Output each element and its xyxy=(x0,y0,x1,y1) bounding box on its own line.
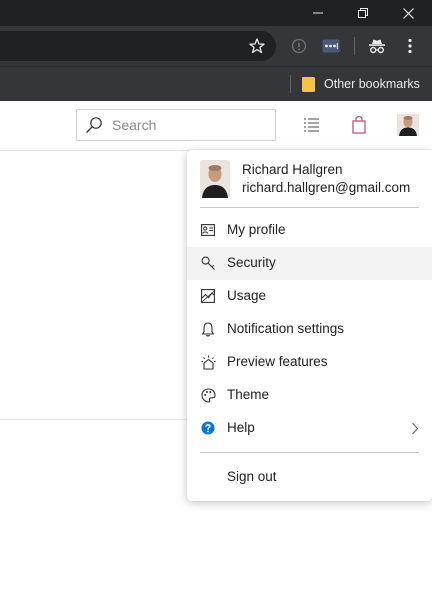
palette-icon xyxy=(200,387,216,403)
usage-icon xyxy=(200,288,216,304)
star-icon xyxy=(249,38,265,54)
menu-item-help[interactable]: Help xyxy=(187,412,432,445)
restore-icon xyxy=(358,8,368,18)
menu-item-security[interactable]: Security xyxy=(187,247,432,280)
incognito-icon xyxy=(369,39,385,54)
menu-divider xyxy=(200,207,419,208)
bookmarks-bar: Other bookmarks xyxy=(0,66,432,101)
incognito-profile-button[interactable] xyxy=(365,34,389,58)
menu-item-preview-features[interactable]: Preview features xyxy=(187,346,432,379)
search-box[interactable] xyxy=(76,109,276,141)
menu-item-notification-settings[interactable]: Notification settings xyxy=(187,313,432,346)
sign-out-label: Sign out xyxy=(227,469,277,484)
menu-user-header: Richard Hallgren richard.hallgren@gmail.… xyxy=(187,150,432,207)
bookmark-star-button[interactable] xyxy=(245,34,269,58)
other-bookmarks-folder[interactable]: Other bookmarks xyxy=(302,75,420,93)
other-bookmarks-label: Other bookmarks xyxy=(324,77,420,91)
password-dots-icon xyxy=(322,39,340,53)
menu-divider xyxy=(200,452,419,453)
user-avatar-button[interactable] xyxy=(397,114,419,136)
shopping-bag-icon xyxy=(352,116,366,134)
avatar xyxy=(397,114,419,136)
toolbar-divider xyxy=(354,37,355,55)
bell-icon xyxy=(200,321,216,337)
browser-titlebar xyxy=(0,0,432,26)
address-bar[interactable] xyxy=(0,31,276,61)
browser-toolbar xyxy=(0,26,432,66)
page-header xyxy=(0,101,432,151)
restore-button[interactable] xyxy=(341,0,385,26)
chrome-menu-button[interactable] xyxy=(398,34,422,58)
menu-item-usage[interactable]: Usage xyxy=(187,280,432,313)
menu-item-label: Usage xyxy=(227,288,267,303)
menu-item-label: Security xyxy=(227,255,276,270)
bookmarks-divider xyxy=(290,75,291,93)
kebab-menu-icon xyxy=(408,38,412,54)
user-account-menu: Richard Hallgren richard.hallgren@gmail.… xyxy=(187,150,432,501)
menu-item-theme[interactable]: Theme xyxy=(187,379,432,412)
search-input[interactable] xyxy=(112,117,262,133)
close-icon xyxy=(402,7,414,19)
avatar xyxy=(200,160,230,198)
minimize-icon xyxy=(313,12,323,14)
menu-item-label: My profile xyxy=(227,222,286,237)
key-icon xyxy=(200,255,216,271)
info-circle-icon xyxy=(291,38,307,54)
close-window-button[interactable] xyxy=(386,0,430,26)
menu-item-my-profile[interactable]: My profile xyxy=(187,214,432,247)
preview-features-icon xyxy=(200,354,216,370)
user-email: richard.hallgren@gmail.com xyxy=(242,180,411,195)
marketplace-button[interactable] xyxy=(347,113,371,137)
menu-item-label: Theme xyxy=(227,387,270,402)
contact-card-icon xyxy=(200,222,216,238)
minimize-button[interactable] xyxy=(296,0,340,26)
menu-item-label: Notification settings xyxy=(227,321,345,336)
password-extension-button[interactable] xyxy=(319,34,343,58)
screen: Other bookmarks Search Richard Hallgren … xyxy=(0,0,432,597)
search-icon xyxy=(85,116,103,134)
content-divider xyxy=(0,419,190,420)
user-name: Richard Hallgren xyxy=(242,162,343,177)
extension-info-button[interactable] xyxy=(287,34,311,58)
menu-item-label: Help xyxy=(227,420,255,435)
help-icon xyxy=(200,420,216,436)
task-list-button[interactable] xyxy=(300,113,324,137)
menu-item-label: Preview features xyxy=(227,354,328,369)
sign-out-button[interactable]: Sign out xyxy=(187,461,432,494)
folder-icon xyxy=(302,76,315,92)
chevron-right-icon xyxy=(410,421,420,435)
checklist-icon xyxy=(304,118,319,132)
